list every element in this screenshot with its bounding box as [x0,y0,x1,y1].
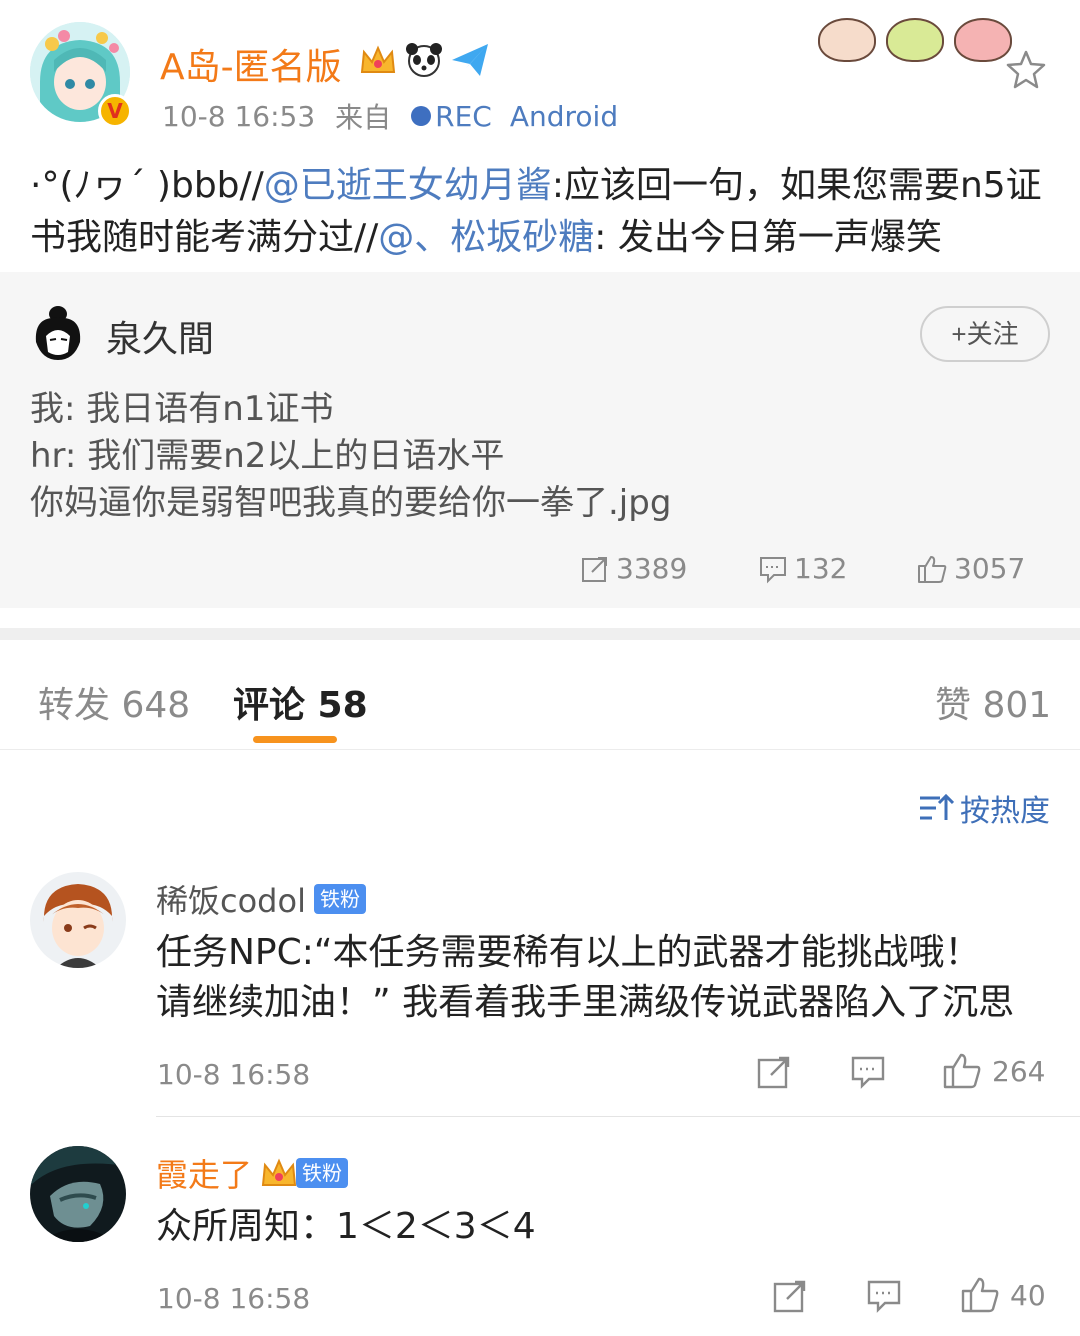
active-tab-indicator [253,736,337,743]
comment-icon [851,1056,885,1089]
comment-text: 任务NPC:“本任务需要稀有以上的武器才能挑战哦！ 请继续加油！” 我看着我手里… [156,928,1056,1028]
share-count: 3389 [616,552,688,585]
crown-badge-icon [260,1155,298,1191]
repost-author-avatar[interactable] [30,302,86,362]
sort-icon [920,793,954,820]
comment-line: 众所周知：1＜2＜3＜4 [156,1206,536,1247]
thumbs-up-icon [961,1277,999,1313]
repost-actions: 3389 132 3057 [0,552,1080,592]
comment-line: 任务NPC:“本任务需要稀有以上的武器才能挑战哦！ [156,932,981,973]
favorite-star-icon[interactable] [1004,48,1048,92]
repost-like-button[interactable]: 3057 [916,552,1025,585]
post-time: 10-8 16:53 [162,99,316,133]
panda-icon [404,42,444,78]
commenter-name-row: 稀饭codol 铁粉 [156,876,366,922]
commenter-name-row: 霞走了 铁粉 [156,1150,349,1196]
share-icon [582,556,607,582]
fan-badge: 铁粉 [296,1158,349,1188]
comment-icon [867,1280,901,1313]
comment-icon [760,556,786,583]
comment-time: 10-8 16:58 [157,1058,311,1091]
comment-divider [156,1116,1080,1117]
source-app: Android [509,99,619,133]
comment-like-count: 40 [1010,1278,1046,1312]
share-icon [757,1056,790,1089]
like-count: 3057 [954,552,1026,585]
commenter-avatar[interactable] [30,872,126,968]
comment-like-button[interactable]: 40 [960,1276,1046,1314]
author-badges [358,42,490,78]
source-tag: REC [435,99,492,133]
thumbs-up-icon [918,555,947,583]
repost-share-button[interactable]: 3389 [580,552,687,585]
comment-line: 请继续加油！” 我看着我手里满级传说武器陷入了沉思 [156,982,1015,1023]
tab-reposts[interactable]: 转发 648 [38,676,190,728]
source-dot-icon [411,106,432,126]
comment-share-button[interactable] [772,1278,808,1314]
section-divider [0,628,1080,640]
source-prefix: 来自 [335,101,392,134]
thumbs-up-icon [943,1053,981,1089]
author-avatar[interactable]: V [30,22,132,130]
comment-reply-button[interactable] [850,1054,886,1090]
tab-likes[interactable]: 赞 801 [935,676,1051,728]
comment-text: 众所周知：1＜2＜3＜4 [156,1202,1056,1252]
sort-button[interactable]: 按热度 [918,786,1050,830]
mention-link[interactable]: @已逝王女幼月酱 [264,165,552,206]
mention-link[interactable]: @、松坂砂糖 [378,217,594,258]
commenter-name[interactable]: 稀饭codol [156,876,306,922]
post-text-part: ·°(ﾉヮ´ )bbb// [30,165,264,206]
follow-button[interactable]: +关注 [920,306,1050,362]
post-text-part: : 发出今日第一声爆笑 [594,217,942,258]
comment-count: 132 [794,552,848,585]
repost-line: 我: 我日语有n1证书 [30,389,334,429]
verified-badge-icon: V [98,94,132,128]
share-icon [773,1280,806,1313]
commenter-name[interactable]: 霞走了 [156,1150,252,1196]
sort-label: 按热度 [960,794,1050,829]
author-name[interactable]: A岛-匿名版 [160,38,342,90]
commenter-avatar[interactable] [30,1146,126,1242]
post-header: V A岛-匿名版 10-8 16:53 来自 REC Android ·°(ﾉヮ… [0,0,1080,272]
comment-like-button[interactable]: 264 [942,1052,1045,1090]
post-source[interactable]: REC Android [411,100,618,133]
repost-line: 你妈逼你是弱智吧我真的要给你一拳了.jpg [30,483,672,523]
post-text: ·°(ﾉヮ´ )bbb//@已逝王女幼月酱:应该回一句，如果您需要n5证书我随时… [30,160,1060,264]
fan-badge: 铁粉 [313,884,366,914]
crown-badge-icon [358,42,398,78]
sticker-frog-icon [886,18,944,62]
repost-text: 我: 我日语有n1证书 hr: 我们需要n2以上的日语水平 你妈逼你是弱智吧我真… [30,386,671,527]
comment-time: 10-8 16:58 [157,1282,311,1315]
comment-reply-button[interactable] [866,1278,902,1314]
paper-plane-icon [450,42,490,78]
stickers [818,18,1012,62]
repost-comment-button[interactable]: 132 [758,552,847,585]
post-meta: 10-8 16:53 来自 REC Android [162,96,618,136]
tab-bar: 转发 648 评论 58 赞 801 [0,640,1080,750]
tab-comments[interactable]: 评论 58 [233,676,368,728]
repost-author-name[interactable]: 泉久間 [106,310,214,362]
comment-like-count: 264 [992,1054,1046,1088]
sticker-face-icon [818,18,876,62]
repost-line: hr: 我们需要n2以上的日语水平 [30,436,505,476]
comment-share-button[interactable] [756,1054,792,1090]
